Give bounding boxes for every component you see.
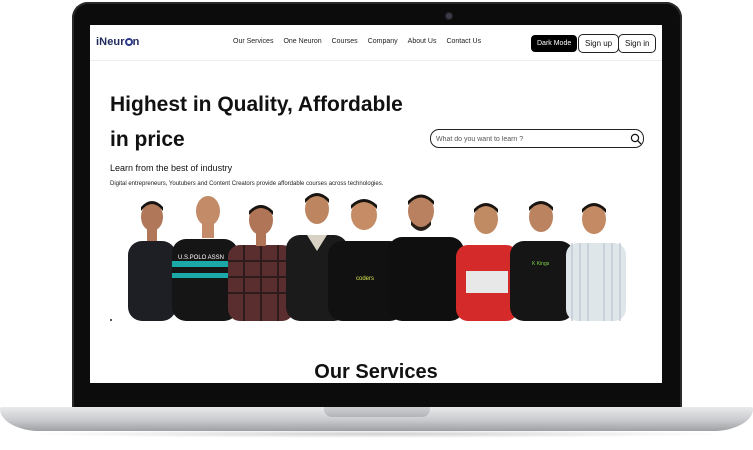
services-heading: Our Services xyxy=(314,361,438,383)
hero-description: Digital entrepreneurs, Youtubers and Con… xyxy=(110,181,384,187)
instructor-figure xyxy=(566,203,626,321)
dark-mode-button[interactable]: Dark Mode xyxy=(531,35,578,52)
shirt-logo-text: K Kings xyxy=(532,261,550,267)
nav-link-one-neuron[interactable]: One Neuron xyxy=(283,38,321,45)
instructor-figure xyxy=(388,194,464,321)
instructor-figure xyxy=(128,201,176,321)
browser-screen: iNeur n Our Services One Neuron Courses C… xyxy=(90,25,662,383)
nav-link-courses[interactable]: Courses xyxy=(332,38,358,45)
webcam-icon xyxy=(446,13,452,19)
search-bar xyxy=(430,129,644,148)
carousel-dot xyxy=(110,319,112,321)
nav-links: Our Services One Neuron Courses Company … xyxy=(233,38,481,45)
sign-in-button[interactable]: Sign in xyxy=(618,34,657,53)
laptop-shadow xyxy=(20,430,733,438)
nav-link-about-us[interactable]: About Us xyxy=(408,38,437,45)
laptop-notch xyxy=(324,407,430,417)
hero-title: Highest in Quality, Affordable in price xyxy=(110,87,430,157)
hero-title-line-1: Highest in Quality, Affordable xyxy=(110,93,403,116)
sign-up-button[interactable]: Sign up xyxy=(578,34,620,53)
instructor-figure xyxy=(228,205,294,321)
nav-link-our-services[interactable]: Our Services xyxy=(233,38,273,45)
logo-ring-icon xyxy=(124,38,133,46)
logo[interactable]: iNeur n xyxy=(96,36,139,48)
search-icon[interactable] xyxy=(630,133,642,145)
instructor-figure xyxy=(456,203,518,321)
logo-text-end: n xyxy=(132,36,140,48)
nav-link-company[interactable]: Company xyxy=(368,38,398,45)
shirt-logo-text: coders xyxy=(356,276,374,282)
shirt-logo-text: U.S.POLO ASSN xyxy=(178,255,224,261)
hero-subtitle: Learn from the best of industry xyxy=(110,163,233,173)
nav-link-contact-us[interactable]: Contact Us xyxy=(446,38,481,45)
search-input[interactable] xyxy=(436,133,621,145)
instructor-figure: K Kings xyxy=(510,201,574,321)
hero-title-line-2: in price xyxy=(110,128,185,151)
team-photo: U.S.POLO ASSN coders K Kings xyxy=(128,193,626,321)
navbar: iNeur n Our Services One Neuron Courses C… xyxy=(90,25,662,61)
logo-text: iNeur xyxy=(96,36,125,48)
